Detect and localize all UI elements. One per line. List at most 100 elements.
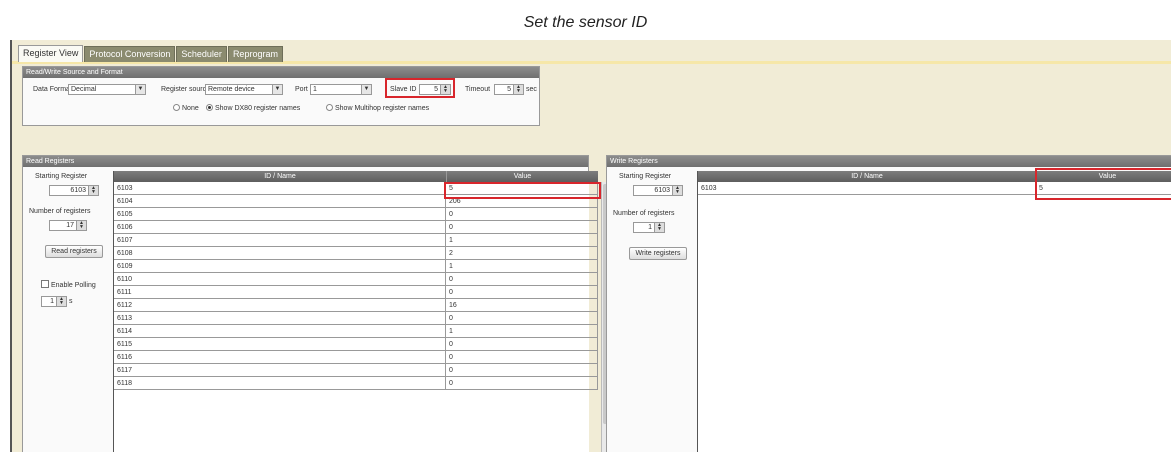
stepper-arrows-icon[interactable]: ▲ ▼: [654, 223, 664, 232]
register-value-cell[interactable]: 2: [446, 247, 598, 260]
radio-dx80-names[interactable]: Show DX80 register names: [206, 104, 300, 112]
read-number-registers-value: 17: [66, 222, 74, 229]
tab-register-view[interactable]: Register View: [18, 45, 84, 62]
table-row[interactable]: 6114 1: [114, 325, 598, 338]
tab-bar: Register View Protocol Conversion Schedu…: [18, 45, 284, 62]
stepper-arrows-icon[interactable]: ▲ ▼: [440, 85, 450, 94]
register-id-cell: 6113: [114, 312, 446, 325]
timeout-stepper[interactable]: 5 ▲ ▼: [494, 84, 524, 95]
register-value-cell[interactable]: 0: [446, 286, 598, 299]
radio-circle-icon: [326, 104, 333, 111]
table-row[interactable]: 6112 16: [114, 299, 598, 312]
register-source-label: Register source: [161, 86, 211, 93]
enable-polling-checkbox[interactable]: Enable Polling: [41, 280, 96, 289]
register-value-cell[interactable]: 0: [446, 312, 598, 325]
register-value-cell[interactable]: 0: [446, 377, 598, 390]
register-id-cell: 6106: [114, 221, 446, 234]
figure-caption: Set the sensor ID: [523, 14, 648, 31]
register-value-cell[interactable]: 0: [446, 208, 598, 221]
register-value-cell[interactable]: 0: [446, 273, 598, 286]
register-id-cell: 6104: [114, 195, 446, 208]
column-header-id: ID / Name: [114, 171, 446, 182]
chevron-down-icon: ▼: [135, 85, 145, 94]
radio-multihop-names[interactable]: Show Multihop register names: [326, 104, 429, 112]
read-starting-register-value: 6103: [70, 187, 86, 194]
tab-reprogram[interactable]: Reprogram: [227, 46, 283, 62]
radio-selected-icon: [206, 104, 213, 111]
source-format-title: Read/Write Source and Format: [23, 67, 539, 78]
write-starting-register-value: 6103: [654, 187, 670, 194]
write-registers-button[interactable]: Write registers: [629, 247, 687, 260]
register-id-cell: 6108: [114, 247, 446, 260]
table-row[interactable]: 6110 0: [114, 273, 598, 286]
port-select[interactable]: 1 ▼: [310, 84, 372, 95]
register-id-cell: 6114: [114, 325, 446, 338]
register-value-cell[interactable]: 1: [446, 260, 598, 273]
radio-dx80-label: Show DX80 register names: [215, 105, 301, 112]
table-row[interactable]: 6107 1: [114, 234, 598, 247]
tab-protocol-conversion[interactable]: Protocol Conversion: [84, 46, 176, 62]
table-row[interactable]: 6115 0: [114, 338, 598, 351]
register-id-cell: 6107: [114, 234, 446, 247]
stepper-arrows-icon[interactable]: ▲ ▼: [672, 186, 682, 195]
write-value-highlight: [1035, 168, 1171, 200]
stepper-arrows-icon[interactable]: ▲ ▼: [76, 221, 86, 230]
register-id-cell: 6105: [114, 208, 446, 221]
register-value-cell[interactable]: 16: [446, 299, 598, 312]
register-id-cell: 6117: [114, 364, 446, 377]
enable-polling-label: Enable Polling: [51, 282, 96, 289]
register-value-cell[interactable]: 0: [446, 351, 598, 364]
table-row[interactable]: 6106 0: [114, 221, 598, 234]
write-registers-title: Write Registers: [607, 156, 1171, 167]
tab-scheduler[interactable]: Scheduler: [176, 46, 227, 62]
table-row[interactable]: 6108 2: [114, 247, 598, 260]
radio-none-label: None: [182, 105, 199, 112]
data-format-select[interactable]: Decimal ▼: [68, 84, 146, 95]
write-starting-register-stepper[interactable]: 6103 ▲ ▼: [633, 185, 683, 196]
register-value-cell[interactable]: 1: [446, 325, 598, 338]
register-id-cell: 6111: [114, 286, 446, 299]
read-starting-register-stepper[interactable]: 6103 ▲ ▼: [49, 185, 99, 196]
application-window: Register View Protocol Conversion Schedu…: [10, 40, 1171, 452]
read-starting-register-label: Starting Register: [35, 173, 88, 180]
table-row[interactable]: 6118 0: [114, 377, 598, 390]
chevron-down-icon: ▼: [272, 85, 282, 94]
read-registers-button[interactable]: Read registers: [45, 245, 103, 258]
register-value-cell[interactable]: 0: [446, 364, 598, 377]
read-registers-table: ID / Name Value 6103 5 6104 206 6105 0 6106 0 61…: [113, 171, 598, 452]
radio-none[interactable]: None: [173, 104, 199, 112]
read-number-registers-label: Number of registers: [29, 208, 91, 215]
register-value-cell[interactable]: 1: [446, 234, 598, 247]
column-header-id: ID / Name: [698, 171, 1036, 182]
timeout-label: Timeout: [465, 86, 491, 93]
register-id-cell: 6103: [698, 182, 1036, 195]
table-row[interactable]: 6105 0: [114, 208, 598, 221]
stepper-arrows-icon[interactable]: ▲ ▼: [513, 85, 523, 94]
register-source-select[interactable]: Remote device ▼: [205, 84, 283, 95]
stepper-arrows-icon[interactable]: ▲ ▼: [56, 297, 66, 306]
write-starting-register-label: Starting Register: [619, 173, 672, 180]
timeout-unit: sec: [526, 86, 537, 93]
write-number-registers-label: Number of registers: [613, 210, 675, 217]
table-row[interactable]: 6113 0: [114, 312, 598, 325]
slave-id-stepper[interactable]: 5 ▲ ▼: [419, 84, 451, 95]
read-number-registers-stepper[interactable]: 17 ▲ ▼: [49, 220, 87, 231]
polling-interval-value: 1: [50, 298, 54, 305]
register-value-cell[interactable]: 0: [446, 338, 598, 351]
table-row[interactable]: 6109 1: [114, 260, 598, 273]
polling-interval-stepper[interactable]: 1 ▲ ▼: [41, 296, 67, 307]
register-id-cell: 6103: [114, 182, 446, 195]
table-row[interactable]: 6116 0: [114, 351, 598, 364]
read-registers-panel: Read Registers Starting Register 6103 ▲ ▼…: [22, 155, 611, 452]
radio-circle-icon: [173, 104, 180, 111]
timeout-value: 5: [507, 86, 511, 93]
read-value-highlight: [444, 182, 601, 199]
table-row[interactable]: 6111 0: [114, 286, 598, 299]
table-row[interactable]: 6117 0: [114, 364, 598, 377]
write-number-registers-stepper[interactable]: 1 ▲ ▼: [633, 222, 665, 233]
polling-interval-unit: s: [69, 298, 73, 305]
stepper-arrows-icon[interactable]: ▲ ▼: [88, 186, 98, 195]
source-format-panel: Read/Write Source and Format Data Format…: [22, 66, 540, 126]
register-value-cell[interactable]: 0: [446, 221, 598, 234]
port-label: Port: [295, 86, 308, 93]
